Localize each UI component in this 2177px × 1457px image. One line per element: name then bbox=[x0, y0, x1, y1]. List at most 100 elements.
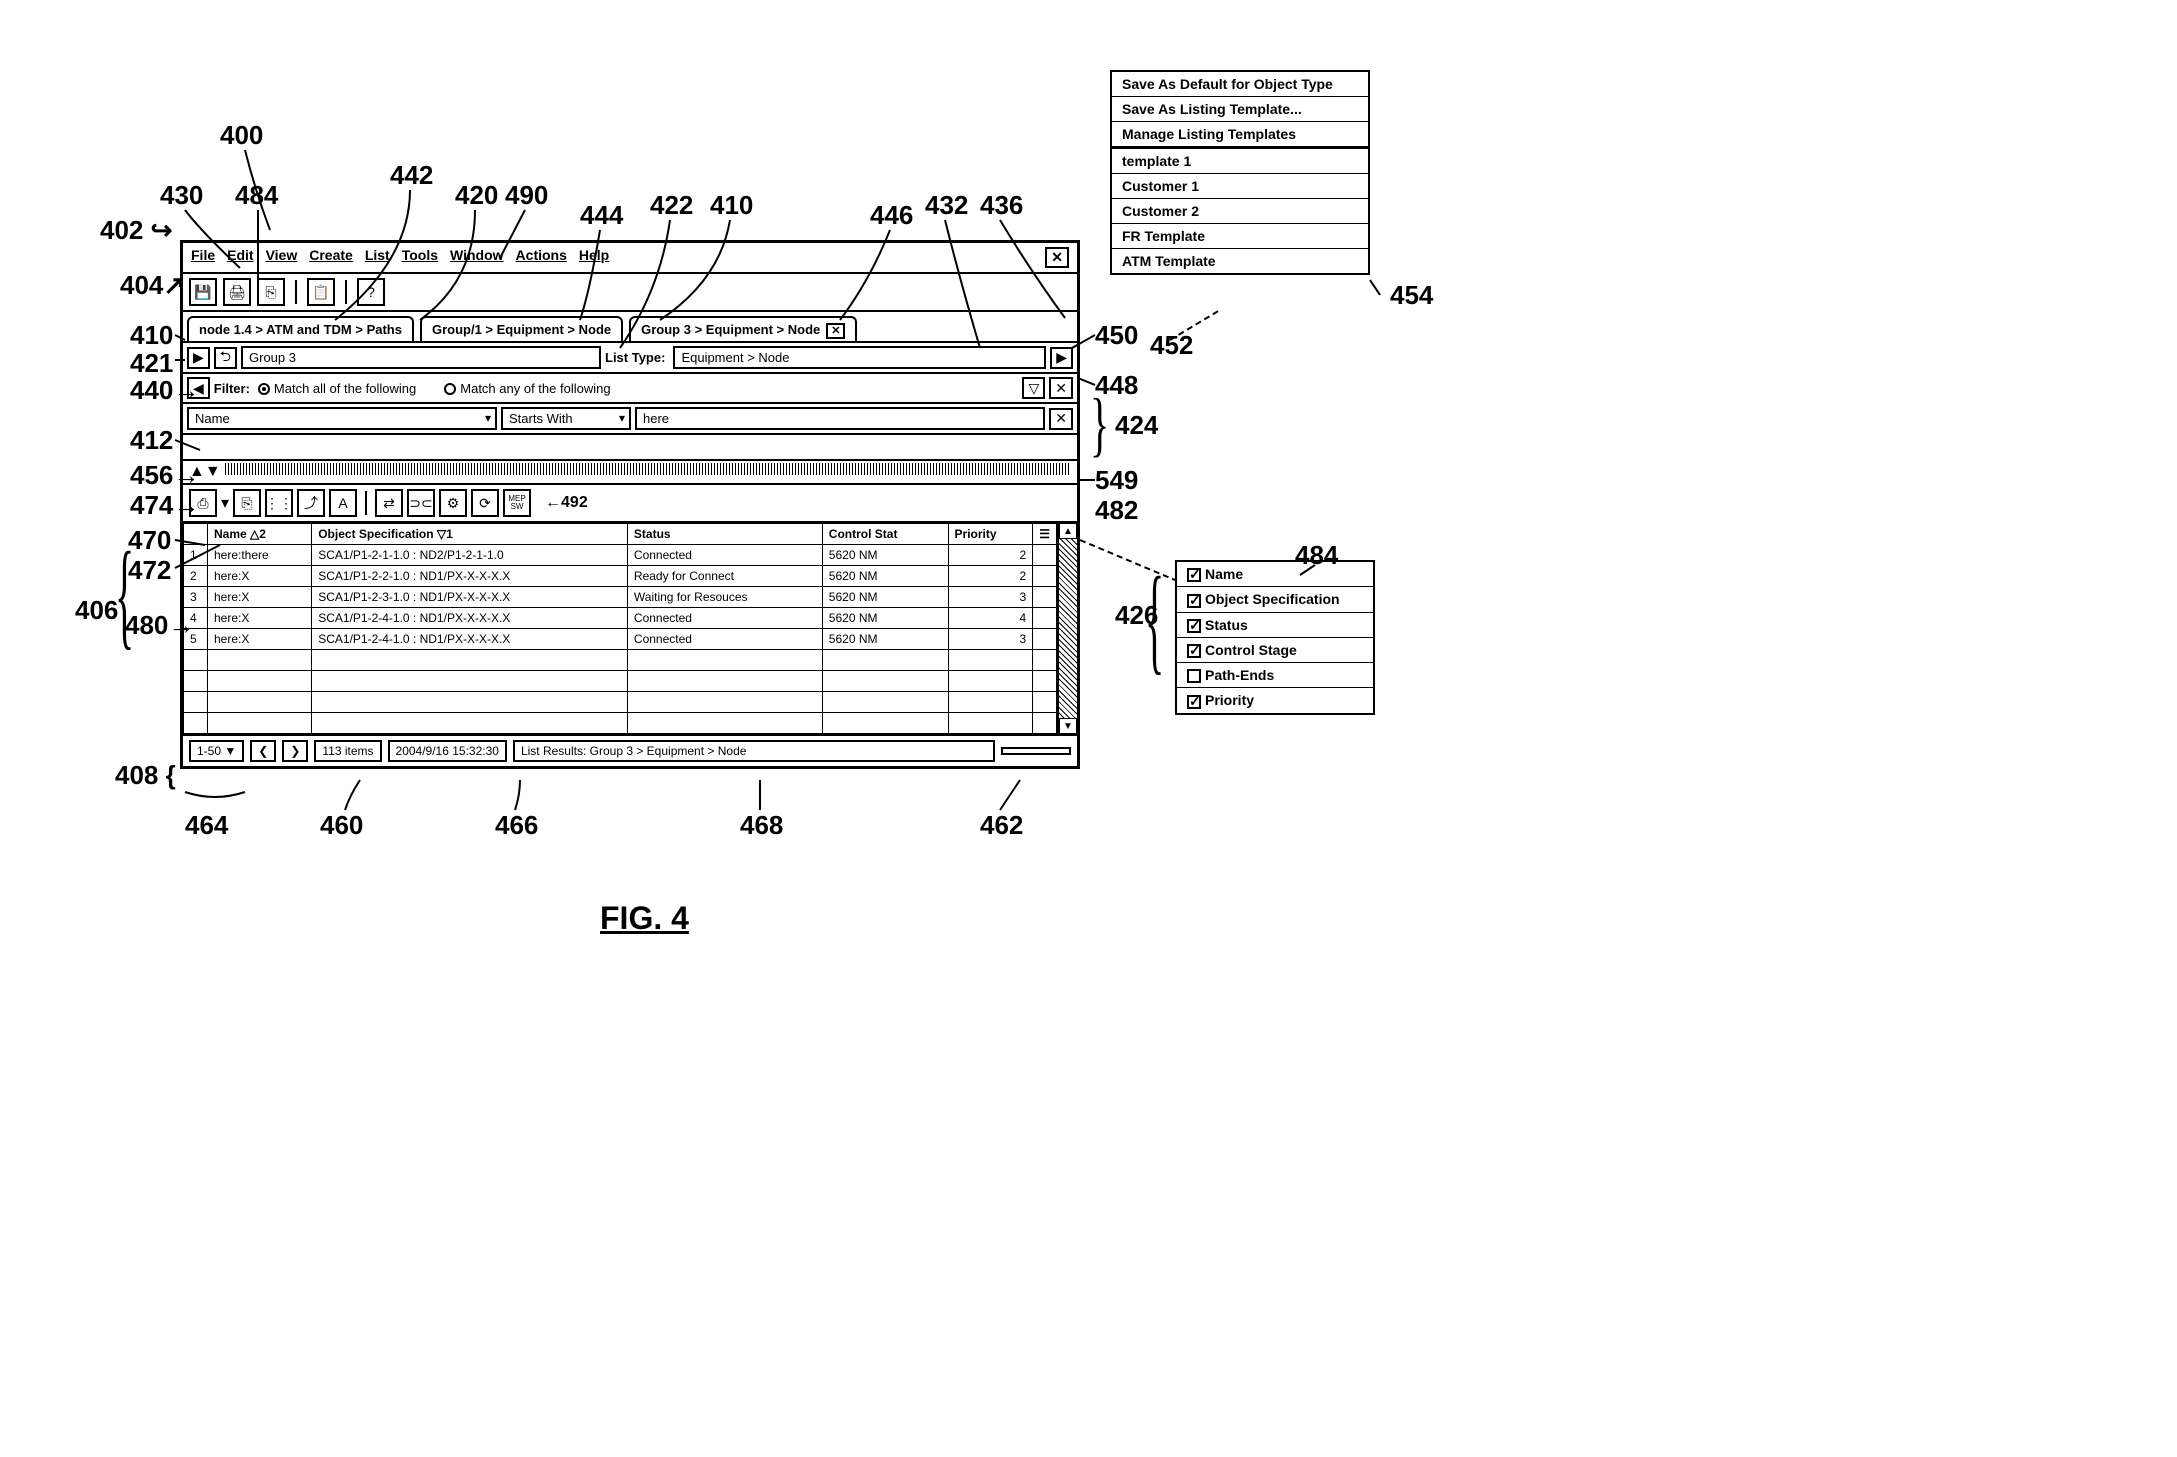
callout-442: 442 bbox=[390, 160, 433, 191]
table-row[interactable]: 5here:XSCA1/P1-2-4-1.0 : ND1/PX-X-X-X.XC… bbox=[184, 629, 1057, 650]
nav-forward-icon[interactable]: ▶ bbox=[1050, 347, 1073, 369]
window-close-button[interactable]: ✕ bbox=[1045, 247, 1069, 268]
tab-1[interactable]: node 1.4 > ATM and TDM > Paths bbox=[187, 316, 414, 341]
callout-482: 482 bbox=[1095, 495, 1138, 526]
scroll-down-icon[interactable]: ▼ bbox=[1059, 718, 1077, 734]
menu-list[interactable]: List bbox=[365, 247, 390, 268]
callout-549: 549 bbox=[1095, 465, 1138, 496]
page-range-dropdown[interactable]: 1-50 ▼ bbox=[189, 740, 244, 762]
callout-464: 464 bbox=[185, 810, 228, 841]
filter-attribute-dropdown[interactable]: Name bbox=[187, 407, 497, 430]
cell-ctrl: 5620 NM bbox=[822, 566, 948, 587]
main-toolbar: 💾 🖨 ⎘ 📋 ? bbox=[183, 274, 1077, 312]
col-header-objspec[interactable]: Object Specification ▽1 bbox=[312, 524, 628, 545]
menu-edit[interactable]: Edit bbox=[227, 247, 253, 268]
column-option[interactable]: Name bbox=[1177, 562, 1373, 587]
table-row[interactable]: 3here:XSCA1/P1-2-3-1.0 : ND1/PX-X-X-X.XW… bbox=[184, 587, 1057, 608]
cell-objspec: SCA1/P1-2-1-1.0 : ND2/P1-2-1-1.0 bbox=[312, 545, 628, 566]
filter-settings-icon[interactable]: ✕ bbox=[1049, 377, 1073, 399]
scroll-up-icon[interactable]: ▲ bbox=[1059, 523, 1077, 539]
col-header-rownum[interactable] bbox=[184, 524, 208, 545]
results-table: Name △2 Object Specification ▽1 Status C… bbox=[183, 523, 1057, 734]
help-icon[interactable]: ? bbox=[357, 278, 385, 306]
save-icon[interactable]: 💾 bbox=[189, 278, 217, 306]
table-row-empty bbox=[184, 671, 1057, 692]
tool-icon-8[interactable]: ⚙ bbox=[439, 489, 467, 517]
splitter-row[interactable]: ▲▼ bbox=[183, 461, 1077, 485]
cell-status: Connected bbox=[627, 608, 822, 629]
callout-490: 490 bbox=[505, 180, 548, 211]
table-row[interactable]: 1here:thereSCA1/P1-2-1-1.0 : ND2/P1-2-1-… bbox=[184, 545, 1057, 566]
radio-match-any[interactable]: Match any of the following bbox=[444, 381, 610, 396]
vertical-scrollbar[interactable]: ▲ ▼ bbox=[1057, 523, 1077, 734]
table-row[interactable]: 4here:XSCA1/P1-2-4-1.0 : ND1/PX-X-X-X.XC… bbox=[184, 608, 1057, 629]
col-header-menu-icon[interactable]: ☰ bbox=[1033, 524, 1057, 545]
menu-help[interactable]: Help bbox=[579, 247, 609, 268]
nav-arrow-icon[interactable]: ▶ bbox=[187, 347, 210, 369]
table-row[interactable]: 2here:XSCA1/P1-2-2-1.0 : ND1/PX-X-X-X.XR… bbox=[184, 566, 1057, 587]
callout-474: 474→ bbox=[130, 490, 199, 521]
filter-apply-icon[interactable]: ▽ bbox=[1022, 377, 1045, 399]
cell-ctrl: 5620 NM bbox=[822, 608, 948, 629]
tab-2[interactable]: Group/1 > Equipment > Node bbox=[420, 316, 623, 341]
cell-priority: 3 bbox=[948, 587, 1033, 608]
column-option[interactable]: Path-Ends bbox=[1177, 663, 1373, 688]
cell-priority: 2 bbox=[948, 545, 1033, 566]
filter-label: Filter: bbox=[214, 381, 250, 396]
list-type-field[interactable]: Equipment > Node bbox=[673, 346, 1046, 369]
tab-close-icon[interactable]: ✕ bbox=[826, 323, 845, 339]
filter-remove-icon[interactable]: ✕ bbox=[1049, 408, 1073, 430]
col-header-name[interactable]: Name △2 bbox=[208, 524, 312, 545]
col-header-ctrl[interactable]: Control Stat bbox=[822, 524, 948, 545]
callout-410b: 410 bbox=[130, 320, 173, 351]
column-option[interactable]: Status bbox=[1177, 613, 1373, 638]
menu-item-template[interactable]: FR Template bbox=[1112, 224, 1368, 249]
tool-dropdown-icon[interactable]: ▾ bbox=[221, 493, 229, 513]
page-next-button[interactable]: ❯ bbox=[282, 740, 308, 762]
table-row-empty bbox=[184, 650, 1057, 671]
print-icon[interactable]: 🖨 bbox=[223, 278, 251, 306]
group-field[interactable]: Group 3 bbox=[241, 346, 601, 369]
menu-item-template[interactable]: template 1 bbox=[1112, 149, 1368, 174]
tool-icon-2[interactable]: ⎘ bbox=[233, 489, 261, 517]
column-option[interactable]: Object Specification bbox=[1177, 587, 1373, 612]
menu-item-save-template[interactable]: Save As Listing Template... bbox=[1112, 97, 1368, 122]
cell-name: here:X bbox=[208, 566, 312, 587]
menu-tools[interactable]: Tools bbox=[402, 247, 438, 268]
page-prev-button[interactable]: ❮ bbox=[250, 740, 276, 762]
tool-icon-9[interactable]: ⟳ bbox=[471, 489, 499, 517]
brace-406: { bbox=[115, 523, 134, 664]
menu-item-save-default[interactable]: Save As Default for Object Type bbox=[1112, 72, 1368, 97]
export-icon[interactable]: ⎘ bbox=[257, 278, 285, 306]
menu-window[interactable]: Window bbox=[450, 247, 504, 268]
callout-484a: 484 bbox=[235, 180, 278, 211]
menu-create[interactable]: Create bbox=[309, 247, 353, 268]
filter-value-input[interactable]: here bbox=[635, 407, 1045, 430]
menu-file[interactable]: File bbox=[191, 247, 215, 268]
filter-operator-dropdown[interactable]: Starts With bbox=[501, 407, 631, 430]
menu-view[interactable]: View bbox=[266, 247, 298, 268]
menu-item-template[interactable]: ATM Template bbox=[1112, 249, 1368, 273]
tool-icon-4[interactable]: ⤴ bbox=[297, 489, 325, 517]
tab-3[interactable]: Group 3 > Equipment > Node✕ bbox=[629, 316, 857, 341]
col-header-status[interactable]: Status bbox=[627, 524, 822, 545]
tool-icon-7[interactable]: ⊃⊂ bbox=[407, 489, 435, 517]
tool-icon-mep[interactable]: MEP SW bbox=[503, 489, 531, 517]
menu-item-template[interactable]: Customer 1 bbox=[1112, 174, 1368, 199]
callout-454: 454 bbox=[1390, 280, 1433, 311]
column-option[interactable]: Priority bbox=[1177, 688, 1373, 712]
status-bar: 1-50 ▼ ❮ ❯ 113 items 2004/9/16 15:32:30 … bbox=[183, 736, 1077, 766]
cell-objspec: SCA1/P1-2-4-1.0 : ND1/PX-X-X-X.X bbox=[312, 629, 628, 650]
menu-item-manage-templates[interactable]: Manage Listing Templates bbox=[1112, 122, 1368, 149]
tool-icon-6[interactable]: ⇄ bbox=[375, 489, 403, 517]
tool-icon-3[interactable]: ⋮⋮ bbox=[265, 489, 293, 517]
clipboard-icon[interactable]: 📋 bbox=[307, 278, 335, 306]
radio-match-all[interactable]: Match all of the following bbox=[258, 381, 416, 396]
cell-status: Ready for Connect bbox=[627, 566, 822, 587]
nav-back-icon[interactable]: ⮌ bbox=[214, 347, 237, 369]
tool-icon-5[interactable]: A bbox=[329, 489, 357, 517]
menu-item-template[interactable]: Customer 2 bbox=[1112, 199, 1368, 224]
col-header-priority[interactable]: Priority bbox=[948, 524, 1033, 545]
menu-actions[interactable]: Actions bbox=[516, 247, 567, 268]
column-option[interactable]: Control Stage bbox=[1177, 638, 1373, 663]
